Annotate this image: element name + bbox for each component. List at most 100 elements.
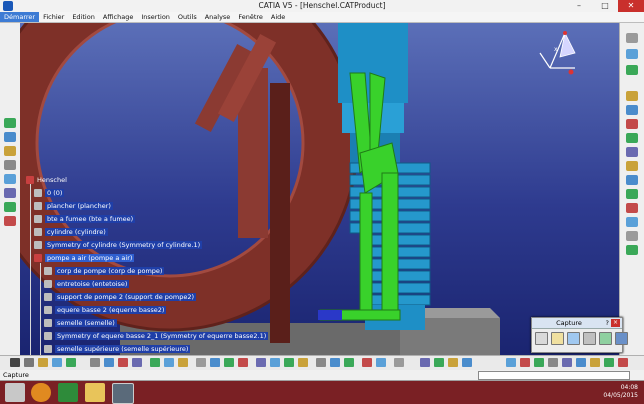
tree-node[interactable]: cylindre (cylindre) [34, 227, 108, 237]
tree-node[interactable]: Symmetry of cylindre (Symmetry of cylind… [34, 240, 203, 250]
tool-icon[interactable] [4, 188, 16, 198]
options-icon[interactable] [583, 332, 596, 345]
menu-edition[interactable]: Edition [68, 12, 99, 22]
command-input[interactable] [478, 371, 630, 380]
tool-icon[interactable] [618, 358, 628, 367]
tool-icon[interactable] [4, 202, 16, 212]
firefox-icon[interactable] [31, 383, 51, 402]
tool-icon[interactable] [330, 358, 340, 367]
3d-viewport[interactable]: x Henschel 0 (0) plancher (plancher) bte… [20, 23, 620, 355]
tree-node[interactable]: equere basse 2 (equerre basse2) [44, 305, 167, 315]
tool-icon[interactable] [4, 132, 16, 142]
tool-icon[interactable] [150, 358, 160, 367]
tree-node[interactable]: support de pompe 2 (support de pompe2) [44, 292, 197, 302]
tool-icon[interactable] [90, 358, 100, 367]
menu-demarrer[interactable]: Démarrer [0, 12, 40, 22]
menu-insertion[interactable]: Insertion [137, 12, 174, 22]
menu-outils[interactable]: Outils [174, 12, 201, 22]
tool-icon[interactable] [626, 49, 638, 59]
tool-icon[interactable] [196, 358, 206, 367]
menu-fichier[interactable]: Fichier [39, 12, 68, 22]
tool-icon[interactable] [52, 358, 62, 367]
tool-icon[interactable] [24, 358, 34, 367]
tool-icon[interactable] [626, 133, 638, 143]
tool-icon[interactable] [626, 217, 638, 227]
tool-icon[interactable] [626, 231, 638, 241]
close-button[interactable]: ✕ [618, 0, 644, 12]
capture-icon[interactable] [567, 332, 580, 345]
menu-fenetre[interactable]: Fenêtre [234, 12, 267, 22]
excel-icon[interactable] [58, 383, 78, 402]
tool-icon[interactable] [626, 245, 638, 255]
start-button[interactable] [5, 383, 25, 402]
tool-icon[interactable] [4, 146, 16, 156]
maximize-button[interactable]: □ [592, 0, 618, 12]
tool-icon[interactable] [506, 358, 516, 367]
tool-icon[interactable] [238, 358, 248, 367]
tool-icon[interactable] [626, 105, 638, 115]
tool-icon[interactable] [4, 118, 16, 128]
tool-icon[interactable] [298, 358, 308, 367]
tool-icon[interactable] [66, 358, 76, 367]
tool-icon[interactable] [178, 358, 188, 367]
album-icon[interactable] [599, 332, 612, 345]
tool-icon[interactable] [4, 174, 16, 184]
tool-icon[interactable] [590, 358, 600, 367]
tool-icon[interactable] [210, 358, 220, 367]
tree-node[interactable]: corp de pompe (corp de pompe) [44, 266, 165, 276]
tool-icon[interactable] [462, 358, 472, 367]
tree-node[interactable]: bte a fumee (bte a fumee) [34, 214, 136, 224]
tool-icon[interactable] [10, 358, 20, 367]
explorer-icon[interactable] [85, 383, 105, 402]
capture-panel[interactable]: Capture ? × [531, 317, 628, 353]
tool-icon[interactable] [118, 358, 128, 367]
tree-node[interactable]: semelle supérieure (semelle supérieure) [44, 344, 191, 354]
tool-icon[interactable] [562, 358, 572, 367]
tool-icon[interactable] [434, 358, 444, 367]
tool-icon[interactable] [284, 358, 294, 367]
capture-close-button[interactable]: × [611, 319, 620, 327]
menu-affichage[interactable]: Affichage [99, 12, 138, 22]
tool-icon[interactable] [534, 358, 544, 367]
menu-aide[interactable]: Aide [267, 12, 289, 22]
catia-taskbar-icon[interactable] [112, 383, 134, 404]
tool-icon[interactable] [362, 358, 372, 367]
tool-icon[interactable] [626, 147, 638, 157]
tool-icon[interactable] [270, 358, 280, 367]
minimize-button[interactable]: – [566, 0, 592, 12]
tree-node[interactable]: 0 (0) [34, 188, 65, 198]
tool-icon[interactable] [576, 358, 586, 367]
tree-root[interactable]: Henschel [26, 175, 67, 185]
save-icon[interactable] [615, 332, 628, 345]
tool-icon[interactable] [164, 358, 174, 367]
tool-icon[interactable] [448, 358, 458, 367]
tool-icon[interactable] [344, 358, 354, 367]
tool-icon[interactable] [626, 161, 638, 171]
tool-icon[interactable] [626, 203, 638, 213]
tool-icon[interactable] [626, 189, 638, 199]
tool-icon[interactable] [548, 358, 558, 367]
tool-icon[interactable] [132, 358, 142, 367]
tool-icon[interactable] [4, 160, 16, 170]
tool-icon[interactable] [256, 358, 266, 367]
tree-node[interactable]: Symmetry of equere basse 2_1 (Symmetry o… [44, 331, 269, 341]
tool-icon[interactable] [376, 358, 386, 367]
tree-node[interactable]: entretoise (entetoise) [44, 279, 130, 289]
tool-icon[interactable] [626, 33, 638, 43]
tree-node[interactable]: plancher (plancher) [34, 201, 113, 211]
tool-icon[interactable] [626, 175, 638, 185]
tool-icon[interactable] [626, 119, 638, 129]
tool-icon[interactable] [420, 358, 430, 367]
tool-icon[interactable] [520, 358, 530, 367]
tool-icon[interactable] [224, 358, 234, 367]
tool-icon[interactable] [4, 216, 16, 226]
menu-analyse[interactable]: Analyse [201, 12, 235, 22]
tool-icon[interactable] [626, 91, 638, 101]
tree-node-selected[interactable]: pompe a air (pompe a air) [34, 253, 135, 263]
select-icon[interactable] [551, 332, 564, 345]
tool-icon[interactable] [104, 358, 114, 367]
tool-icon[interactable] [604, 358, 614, 367]
tree-node[interactable]: semelle (semelle) [44, 318, 117, 328]
tool-icon[interactable] [38, 358, 48, 367]
tool-icon[interactable] [394, 358, 404, 367]
